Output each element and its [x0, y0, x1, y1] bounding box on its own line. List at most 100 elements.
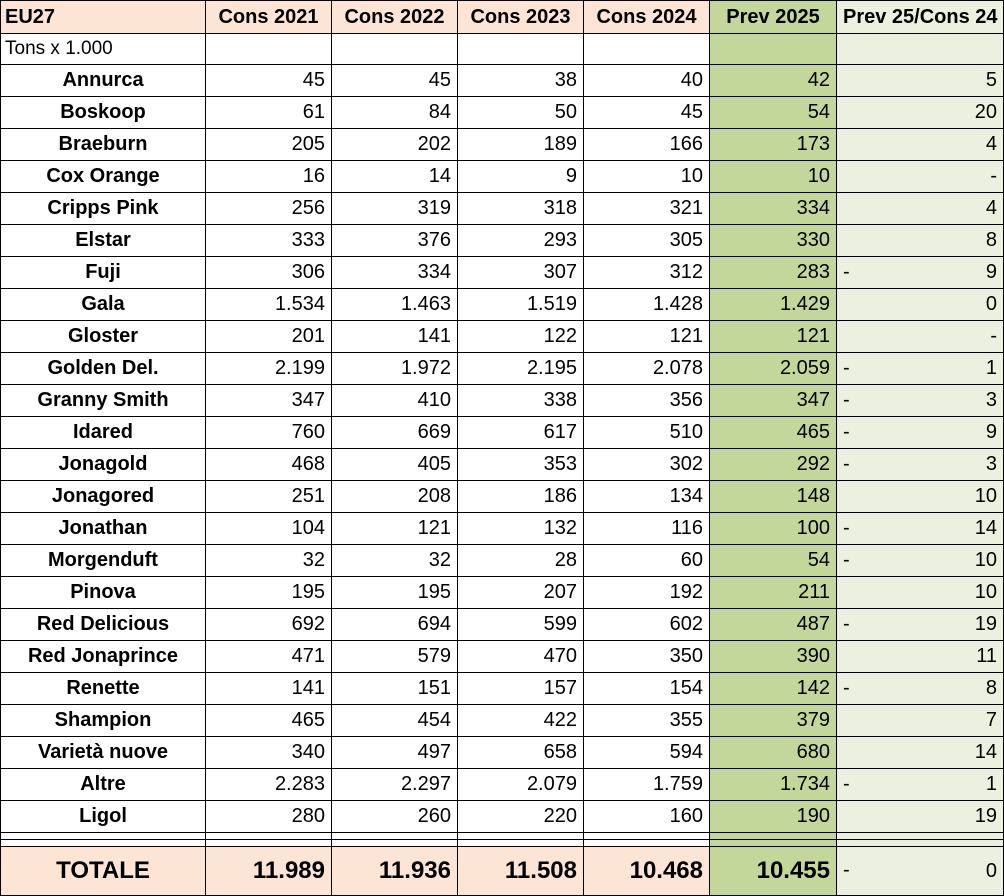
value-cell: 376: [331, 224, 458, 257]
delta-value: 3: [985, 389, 997, 411]
empty-cell: [331, 839, 458, 847]
region-header: EU27: [0, 0, 206, 34]
value-cell: 141: [205, 672, 332, 705]
variety-name: Boskoop: [0, 96, 206, 129]
value-cell: 2.059: [709, 352, 837, 385]
delta-value: 10: [974, 549, 997, 571]
delta-value: 3: [985, 453, 997, 475]
value-cell: 11.936: [331, 846, 458, 896]
value-cell: 340: [205, 736, 332, 769]
variety-name: Jonagored: [0, 480, 206, 513]
delta-cell: 10: [836, 576, 1004, 609]
negative-sign: -: [843, 420, 850, 443]
value-cell: 10.468: [583, 846, 710, 896]
table-row: Jonathan 104 121 132 116 100- 14: [0, 512, 1004, 545]
delta-cell: 4: [836, 128, 1004, 161]
variety-name: Red Delicious: [0, 608, 206, 641]
value-cell: 1.534: [205, 288, 332, 321]
value-cell: 318: [457, 192, 584, 225]
value-cell: 10.455: [709, 846, 837, 896]
value-cell: 1.519: [457, 288, 584, 321]
variety-name: Gloster: [0, 320, 206, 353]
value-cell: 312: [583, 256, 710, 289]
value-cell: 45: [205, 64, 332, 97]
empty-cell: [205, 839, 332, 847]
value-cell: 333: [205, 224, 332, 257]
table-row: Ligol 280 260 220 160 190 19: [0, 800, 1004, 833]
empty-cell: [583, 33, 710, 65]
value-cell: 470: [457, 640, 584, 673]
table-row: Varietà nuove 340 497 658 594 680 14: [0, 736, 1004, 769]
value-cell: 28: [457, 544, 584, 577]
delta-value: 14: [974, 741, 997, 763]
value-cell: 353: [457, 448, 584, 481]
value-cell: 454: [331, 704, 458, 737]
value-cell: 132: [457, 512, 584, 545]
value-cell: 283: [709, 256, 837, 289]
variety-name: Morgenduft: [0, 544, 206, 577]
table-row: Golden Del. 2.199 1.972 2.195 2.078 2.059-1: [0, 352, 1004, 385]
value-cell: 190: [709, 800, 837, 833]
value-cell: 680: [709, 736, 837, 769]
table-row: Elstar 333 376 293 305 330 8: [0, 224, 1004, 257]
value-cell: 347: [709, 384, 837, 417]
delta-cell: 10: [836, 480, 1004, 513]
delta-value: 11: [976, 645, 997, 667]
empty-cell: [205, 832, 332, 840]
value-cell: 192: [583, 576, 710, 609]
table-row: Gloster 201 141 122 121 121-: [0, 320, 1004, 353]
delta-cell: 19: [836, 800, 1004, 833]
column-header-cons-2021: Cons 2021: [205, 0, 332, 34]
empty-cell: [709, 33, 837, 65]
table-row: Morgenduft 32 32 28 60 54-10: [0, 544, 1004, 577]
variety-name: TOTALE: [0, 846, 206, 896]
value-cell: 134: [583, 480, 710, 513]
value-cell: 292: [709, 448, 837, 481]
negative-sign: -: [843, 772, 850, 795]
value-cell: 2.199: [205, 352, 332, 385]
table-row: Jonagored 251 208 186 134 148 10: [0, 480, 1004, 513]
value-cell: 189: [457, 128, 584, 161]
value-cell: 307: [457, 256, 584, 289]
empty-cell: [457, 832, 584, 840]
empty-cell: [0, 832, 206, 840]
delta-cell: 14: [836, 736, 1004, 769]
table-row: Fuji 306 334 307 312 283-9: [0, 256, 1004, 289]
delta-cell: 4: [836, 192, 1004, 225]
value-cell: 405: [331, 448, 458, 481]
value-cell: 497: [331, 736, 458, 769]
delta-value: 5: [985, 69, 997, 91]
value-cell: 202: [331, 128, 458, 161]
delta-value: 9: [985, 421, 997, 443]
column-header-delta: Prev 25/Cons 24: [836, 0, 1004, 34]
value-cell: 9: [457, 160, 584, 193]
negative-sign: -: [843, 516, 850, 539]
value-cell: 205: [205, 128, 332, 161]
value-cell: 251: [205, 480, 332, 513]
value-cell: 54: [709, 544, 837, 577]
value-cell: 220: [457, 800, 584, 833]
apple-production-table: EU27 Cons 2021 Cons 2022 Cons 2023 Cons …: [0, 0, 1004, 896]
value-cell: 157: [457, 672, 584, 705]
value-cell: 422: [457, 704, 584, 737]
delta-cell: -: [836, 160, 1004, 193]
value-cell: 379: [709, 704, 837, 737]
variety-name: Renette: [0, 672, 206, 705]
value-cell: 201: [205, 320, 332, 353]
table-row: Red Jonaprince 471 579 470 350 390 11: [0, 640, 1004, 673]
negative-sign: -: [843, 612, 850, 635]
delta-cell: - 19: [836, 608, 1004, 641]
table-row: Braeburn 205 202 189 166 173 4: [0, 128, 1004, 161]
value-cell: 465: [709, 416, 837, 449]
value-cell: 2.195: [457, 352, 584, 385]
column-header-cons-2023: Cons 2023: [457, 0, 584, 34]
value-cell: 1.972: [331, 352, 458, 385]
delta-cell: -0: [836, 846, 1004, 896]
empty-cell: [0, 839, 206, 847]
value-cell: 10: [709, 160, 837, 193]
value-cell: 330: [709, 224, 837, 257]
value-cell: 116: [583, 512, 710, 545]
negative-sign: -: [843, 859, 850, 882]
value-cell: 142: [709, 672, 837, 705]
total-row: TOTALE 11.989 11.936 11.508 10.468 10.455-0: [0, 846, 1004, 896]
